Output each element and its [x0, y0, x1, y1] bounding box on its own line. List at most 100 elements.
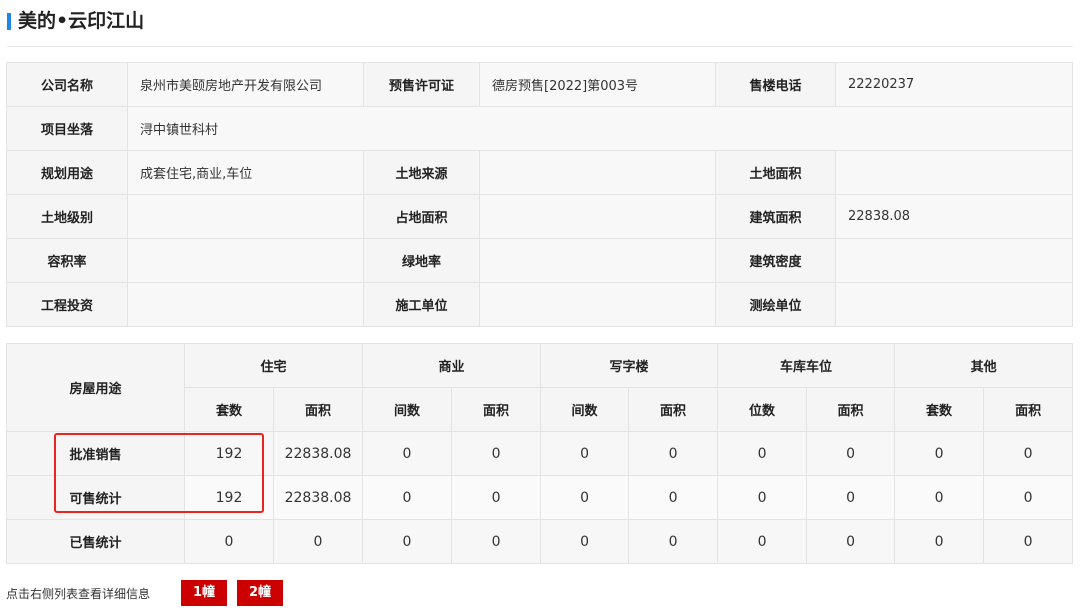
green-ratio-label: 绿地率 — [363, 238, 480, 283]
stat-cell: 0 — [983, 475, 1074, 520]
stat-cell: 0 — [983, 519, 1074, 564]
stat-cell: 0 — [451, 519, 542, 564]
stat-cell: 0 — [272, 519, 364, 564]
land-area-value — [835, 150, 1073, 195]
green-ratio-value — [479, 238, 716, 283]
stat-cell: 0 — [717, 519, 808, 564]
floor-area-label: 建筑面积 — [715, 194, 836, 239]
density-label: 建筑密度 — [715, 238, 836, 283]
stat-cell: 22838.08 — [272, 475, 364, 520]
stat-cell: 22838.08 — [272, 431, 364, 476]
subheader: 间数 — [540, 387, 630, 432]
stat-cell: 0 — [451, 475, 542, 520]
page-title: 美的•云印江山 — [18, 10, 145, 32]
housing-stats-table: 房屋用途 住宅 商业 写字楼 车库车位 其他 套数 面积 间数 面积 间数 面积… — [6, 343, 1074, 564]
group-header-residential: 住宅 — [183, 343, 364, 388]
stat-cell: 0 — [806, 431, 896, 476]
subheader: 面积 — [628, 387, 719, 432]
stat-cell: 0 — [540, 475, 630, 520]
stat-cell: 192 — [184, 431, 274, 476]
phone-value: 22220237 — [835, 62, 1073, 107]
phone-label: 售楼电话 — [715, 62, 836, 107]
stat-cell: 0 — [540, 519, 630, 564]
stat-cell: 0 — [628, 519, 719, 564]
subheader: 面积 — [806, 387, 896, 432]
row-label-sold: 已售统计 — [6, 519, 185, 564]
land-grade-value — [127, 194, 364, 239]
company-label: 公司名称 — [6, 62, 128, 107]
land-area-label: 土地面积 — [715, 150, 836, 195]
stat-cell: 0 — [717, 475, 808, 520]
stat-cell: 0 — [540, 431, 630, 476]
subheader: 套数 — [894, 387, 985, 432]
land-grade-label: 土地级别 — [6, 194, 128, 239]
row-label-approved: 批准销售 — [6, 431, 185, 476]
stat-cell: 0 — [362, 431, 453, 476]
stats-row-sold: 已售统计 0 0 0 0 0 0 0 0 0 0 — [6, 519, 1074, 564]
stat-cell: 0 — [717, 431, 808, 476]
stats-group-header-row: 房屋用途 住宅 商业 写字楼 车库车位 其他 — [6, 343, 1074, 432]
project-info-table: 公司名称 泉州市美颐房地产开发有限公司 预售许可证 德房预售[2022]第003… — [6, 62, 1073, 327]
usage-label: 规划用途 — [6, 150, 128, 195]
contractor-value — [479, 282, 716, 327]
land-source-value — [479, 150, 716, 195]
info-row: 容积率 绿地率 建筑密度 — [6, 238, 1073, 283]
subheader: 位数 — [717, 387, 808, 432]
land-source-label: 土地来源 — [363, 150, 480, 195]
stat-cell: 0 — [451, 431, 542, 476]
footer-hint: 点击右侧列表查看详细信息 — [6, 587, 151, 601]
stat-cell: 0 — [184, 519, 274, 564]
permit-label: 预售许可证 — [363, 62, 480, 107]
header-divider — [7, 46, 1073, 47]
stat-cell: 0 — [806, 475, 896, 520]
location-label: 项目坐落 — [6, 106, 128, 151]
contractor-label: 施工单位 — [363, 282, 480, 327]
stat-cell: 0 — [628, 475, 719, 520]
subheader: 面积 — [451, 387, 542, 432]
info-row: 规划用途 成套住宅,商业,车位 土地来源 土地面积 — [6, 150, 1073, 195]
stats-row-approved: 批准销售 192 22838.08 0 0 0 0 0 0 0 0 — [6, 431, 1074, 476]
stat-cell: 0 — [628, 431, 719, 476]
stat-cell: 0 — [894, 475, 985, 520]
occupied-area-label: 占地面积 — [363, 194, 480, 239]
page-header: 美的•云印江山 — [0, 0, 1080, 46]
density-value — [835, 238, 1073, 283]
stat-cell: 0 — [362, 475, 453, 520]
floor-area-value: 22838.08 — [835, 194, 1073, 239]
permit-value: 德房预售[2022]第003号 — [479, 62, 716, 107]
stat-cell: 0 — [362, 519, 453, 564]
group-header-office: 写字楼 — [540, 343, 719, 388]
group-header-commercial: 商业 — [362, 343, 542, 388]
subheader: 间数 — [362, 387, 453, 432]
group-header-parking: 车库车位 — [717, 343, 896, 388]
location-value: 浔中镇世科村 — [127, 106, 1073, 151]
stat-cell: 0 — [806, 519, 896, 564]
group-header-other: 其他 — [894, 343, 1074, 388]
plot-ratio-label: 容积率 — [6, 238, 128, 283]
surveyor-label: 测绘单位 — [715, 282, 836, 327]
title-accent-bar — [7, 13, 11, 30]
investment-label: 工程投资 — [6, 282, 128, 327]
occupied-area-value — [479, 194, 716, 239]
company-value: 泉州市美颐房地产开发有限公司 — [127, 62, 364, 107]
stats-row-available: 可售统计 192 22838.08 0 0 0 0 0 0 0 0 — [6, 475, 1074, 520]
investment-value — [127, 282, 364, 327]
info-row: 项目坐落 浔中镇世科村 — [6, 106, 1073, 151]
info-row: 公司名称 泉州市美颐房地产开发有限公司 预售许可证 德房预售[2022]第003… — [6, 62, 1073, 107]
subheader: 面积 — [983, 387, 1074, 432]
row-label-available: 可售统计 — [6, 475, 185, 520]
surveyor-value — [835, 282, 1073, 327]
stat-cell: 0 — [983, 431, 1074, 476]
stat-cell: 192 — [184, 475, 274, 520]
purpose-header: 房屋用途 — [6, 343, 185, 432]
info-row: 工程投资 施工单位 测绘单位 — [6, 282, 1073, 327]
building-2-button[interactable]: 2幢 — [237, 580, 283, 606]
plot-ratio-value — [127, 238, 364, 283]
usage-value: 成套住宅,商业,车位 — [127, 150, 364, 195]
stat-cell: 0 — [894, 431, 985, 476]
info-row: 土地级别 占地面积 建筑面积 22838.08 — [6, 194, 1073, 239]
stat-cell: 0 — [894, 519, 985, 564]
subheader: 套数 — [184, 387, 274, 432]
subheader: 面积 — [272, 387, 364, 432]
building-1-button[interactable]: 1幢 — [181, 580, 227, 606]
